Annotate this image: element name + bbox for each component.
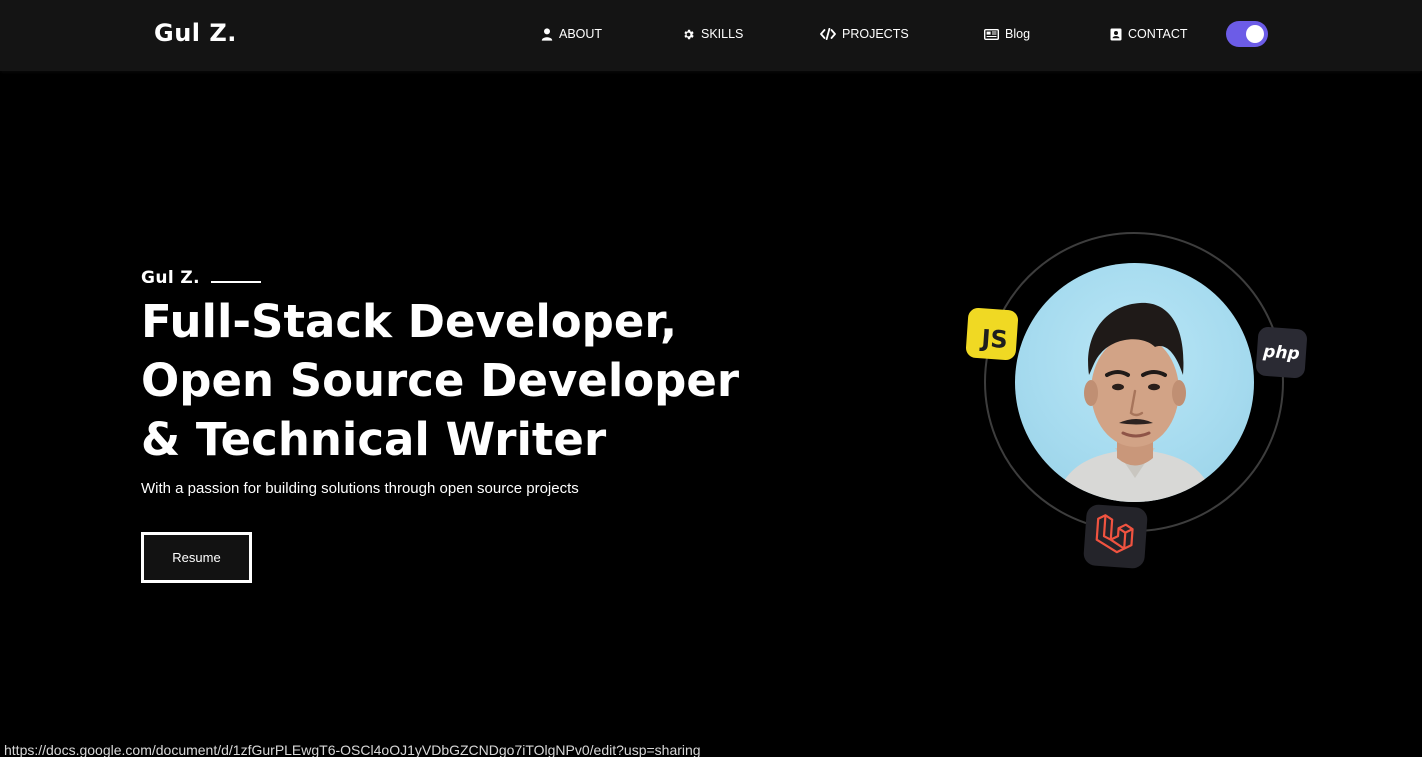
top-navbar: Gul Z. ABOUT SKILLS PROJECTS Blog CONTAC… — [0, 0, 1422, 71]
nav-item-label: ABOUT — [559, 27, 603, 41]
gear-icon — [682, 28, 695, 41]
code-icon — [820, 28, 836, 40]
nav-item-projects[interactable]: PROJECTS — [820, 25, 909, 43]
laravel-icon — [1092, 512, 1139, 561]
nav-item-label: SKILLS — [701, 27, 744, 41]
toggle-knob — [1246, 25, 1264, 43]
nav-item-blog[interactable]: Blog — [984, 25, 1030, 43]
headline-line: Open Source Developer — [141, 354, 740, 407]
nav-item-label: PROJECTS — [842, 27, 909, 41]
nav-item-about[interactable]: ABOUT — [541, 25, 602, 43]
headline-line: Full-Stack Developer, — [141, 295, 678, 348]
nav-item-label: Blog — [1005, 27, 1031, 41]
javascript-badge: JS — [965, 307, 1019, 361]
php-icon: php — [1262, 341, 1301, 364]
nav-item-skills[interactable]: SKILLS — [682, 25, 743, 43]
user-icon — [541, 27, 553, 41]
javascript-icon: JS — [980, 324, 1009, 355]
resume-button[interactable]: Resume — [141, 532, 252, 583]
hero-headline: Full-Stack Developer, Open Source Develo… — [141, 292, 841, 469]
profile-photo — [1015, 263, 1254, 502]
hero-tagline: With a passion for building solutions th… — [141, 480, 579, 497]
headline-line: & Technical Writer — [141, 413, 607, 466]
theme-toggle[interactable] — [1226, 21, 1268, 47]
brand-logo[interactable]: Gul Z. — [154, 19, 237, 47]
hero-name: Gul Z. — [141, 268, 200, 288]
address-card-icon — [1110, 28, 1122, 41]
newspaper-icon — [984, 28, 999, 40]
nav-item-label: CONTACT — [1128, 27, 1188, 41]
nav-item-contact[interactable]: CONTACT — [1110, 25, 1188, 43]
hero-name-row: Gul Z. — [141, 268, 261, 288]
hero-name-underline — [211, 281, 261, 283]
php-badge: php — [1255, 326, 1308, 379]
laravel-badge — [1082, 503, 1149, 570]
status-bar-url: https://docs.google.com/document/d/1zfGu… — [4, 742, 701, 757]
